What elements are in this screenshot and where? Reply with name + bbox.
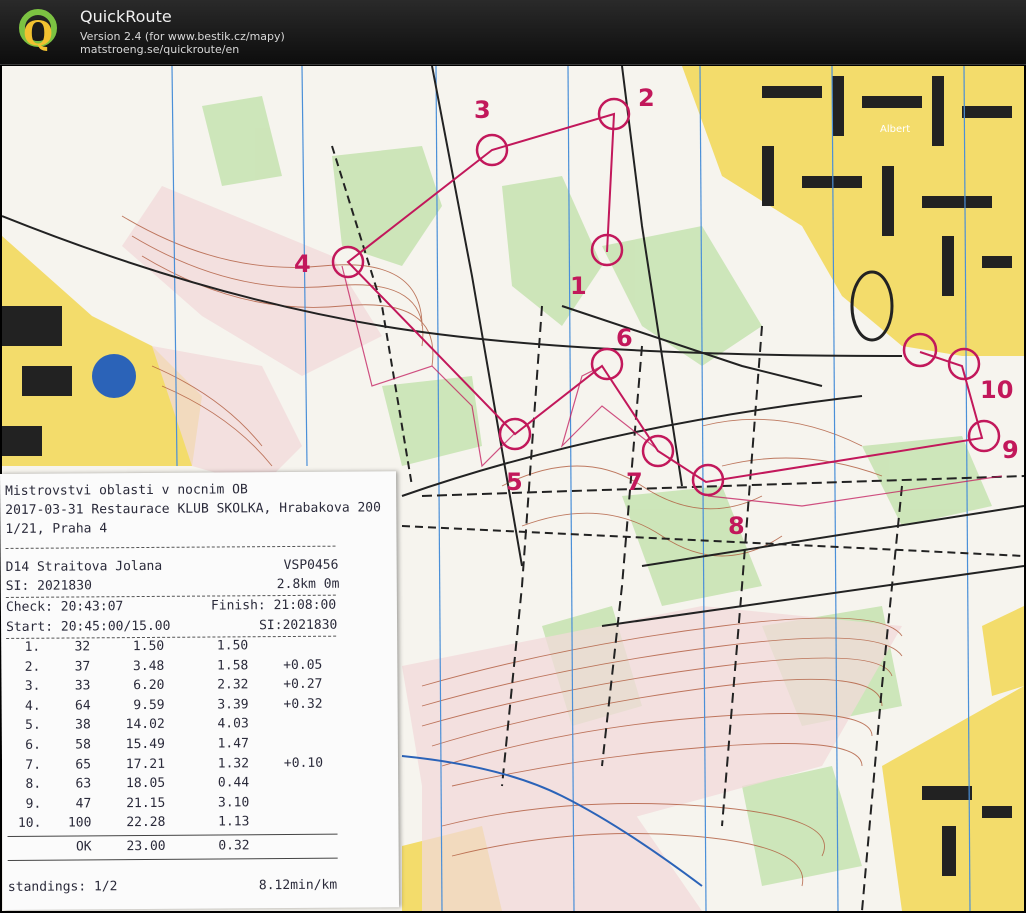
event-venue: 2017-03-31 Restaurace KLUB SKOLKA, Hraba… — [5, 500, 381, 518]
control-code: 65 — [75, 756, 92, 773]
split-row: 1. 32 1.50 1.50 — [6, 638, 346, 659]
quickroute-logo-icon: Q — [19, 9, 57, 54]
control-number-2: 2 — [638, 84, 655, 112]
cumulative-time: 22.28 — [126, 815, 166, 831]
course-length: 2.8km 0m — [276, 576, 340, 593]
leg-time: 0.44 — [217, 775, 250, 791]
split-index: 2. — [24, 659, 41, 675]
split-index: 7. — [25, 757, 42, 773]
finish-leg: 0.32 — [218, 838, 250, 854]
control-code: 47 — [75, 796, 92, 812]
control-code: 58 — [75, 737, 91, 753]
app-url: matstroeng.se/quickroute/en — [80, 43, 240, 56]
control-code: 63 — [75, 776, 92, 792]
time-behind: +0.05 — [283, 657, 323, 673]
split-row-finish: OK 23.00 0.32 — [8, 838, 348, 859]
app-version: Version 2.4 (for www.bestik.cz/mapy) — [80, 30, 285, 43]
pond — [92, 354, 136, 398]
cumulative-time: 18.05 — [125, 776, 166, 792]
split-index: 1. — [24, 639, 41, 655]
time-behind: +0.27 — [283, 676, 323, 693]
pace: 8.12min/km — [258, 877, 338, 894]
si-right: SI:2021830 — [259, 617, 338, 634]
event-address: 1/21, Praha 4 — [5, 521, 108, 537]
split-index: 5. — [25, 718, 41, 734]
finish-time: Finish: 21:08:00 — [210, 597, 337, 614]
time-behind: +0.10 — [283, 755, 324, 771]
divider — [5, 545, 336, 549]
finish-total: 23.00 — [126, 838, 166, 855]
split-index: 9. — [25, 796, 42, 812]
control-number-7: 7 — [626, 468, 643, 496]
leg-time: 2.32 — [217, 677, 249, 693]
check-time: Check: 20:43:07 — [5, 599, 124, 615]
split-row: 7. 65 17.21 1.32 +0.10 — [7, 755, 347, 776]
leg-time: 1.47 — [217, 736, 249, 752]
control-number-5: 5 — [506, 468, 523, 496]
split-index: 4. — [24, 698, 41, 714]
start-time: Start: 20:45:00/15.00 — [6, 618, 171, 635]
leg-time: 1.58 — [216, 657, 249, 674]
split-index: 10. — [17, 816, 42, 832]
leg-time: 3.10 — [217, 795, 250, 811]
control-code: 64 — [74, 698, 91, 714]
title-bar: Q QuickRoute Version 2.4 (for www.bestik… — [0, 0, 1026, 65]
finish-status: OK — [75, 839, 92, 855]
time-behind: +0.32 — [283, 696, 323, 712]
split-index: 6. — [25, 737, 41, 753]
svg-text:Q: Q — [23, 14, 53, 54]
control-code: 33 — [74, 678, 91, 694]
split-row: 5. 38 14.02 4.03 — [7, 716, 347, 737]
control-number-1: 1 — [570, 272, 587, 300]
split-row: 6. 58 15.49 1.47 — [7, 736, 347, 757]
control-code: 38 — [75, 717, 91, 733]
leg-time: 1.13 — [218, 814, 250, 830]
cumulative-time: 6.20 — [133, 678, 165, 694]
place-label-shop: Albert — [880, 124, 910, 135]
split-index: 8. — [25, 776, 42, 793]
control-circle-9 — [967, 419, 1001, 453]
split-receipt: Mistrovstvi oblasti v nocnim OB 2017-03-… — [0, 471, 400, 910]
leg-time: 1.32 — [217, 755, 250, 772]
control-number-4: 4 — [294, 250, 311, 278]
control-number-10: 10 — [980, 376, 1013, 404]
control-number-8: 8 — [728, 512, 745, 540]
leg-time: 1.50 — [216, 638, 249, 654]
split-row: 8. 63 18.05 0.44 — [7, 775, 347, 796]
split-row: 4. 64 9.59 3.39 +0.32 — [7, 696, 347, 717]
app-title: QuickRoute — [80, 7, 172, 26]
cumulative-time: 3.48 — [132, 658, 165, 674]
control-code: 37 — [74, 658, 91, 675]
runner-name: D14 Straitova Jolana — [5, 558, 163, 575]
standings: standings: 1/2 — [7, 879, 118, 895]
split-row: 10. 100 22.28 1.13 — [7, 814, 347, 835]
cumulative-time: 17.21 — [125, 756, 166, 772]
control-number-3: 3 — [474, 96, 491, 124]
cumulative-time: 21.15 — [126, 795, 166, 811]
split-row: 2. 37 3.48 1.58 +0.05 — [6, 657, 346, 678]
control-code: 100 — [67, 815, 92, 831]
leg-time: 3.39 — [217, 697, 249, 713]
control-number-6: 6 — [616, 324, 633, 352]
leg-time: 4.03 — [217, 716, 249, 732]
control-code: 32 — [74, 639, 91, 655]
control-number-9: 9 — [1002, 436, 1019, 464]
split-row: 9. 47 21.15 3.10 — [7, 794, 347, 815]
cumulative-time: 1.50 — [132, 638, 165, 655]
split-row: 3. 33 6.20 2.32 +0.27 — [6, 677, 346, 698]
split-index: 3. — [24, 678, 41, 695]
cumulative-time: 9.59 — [133, 697, 165, 713]
event-title: Mistrovstvi oblasti v nocnim OB — [5, 482, 248, 499]
runner-club: VSP0456 — [283, 557, 339, 574]
si-number: SI: 2021830 — [5, 578, 92, 594]
cumulative-time: 14.02 — [125, 717, 165, 733]
cumulative-time: 15.49 — [125, 736, 165, 753]
